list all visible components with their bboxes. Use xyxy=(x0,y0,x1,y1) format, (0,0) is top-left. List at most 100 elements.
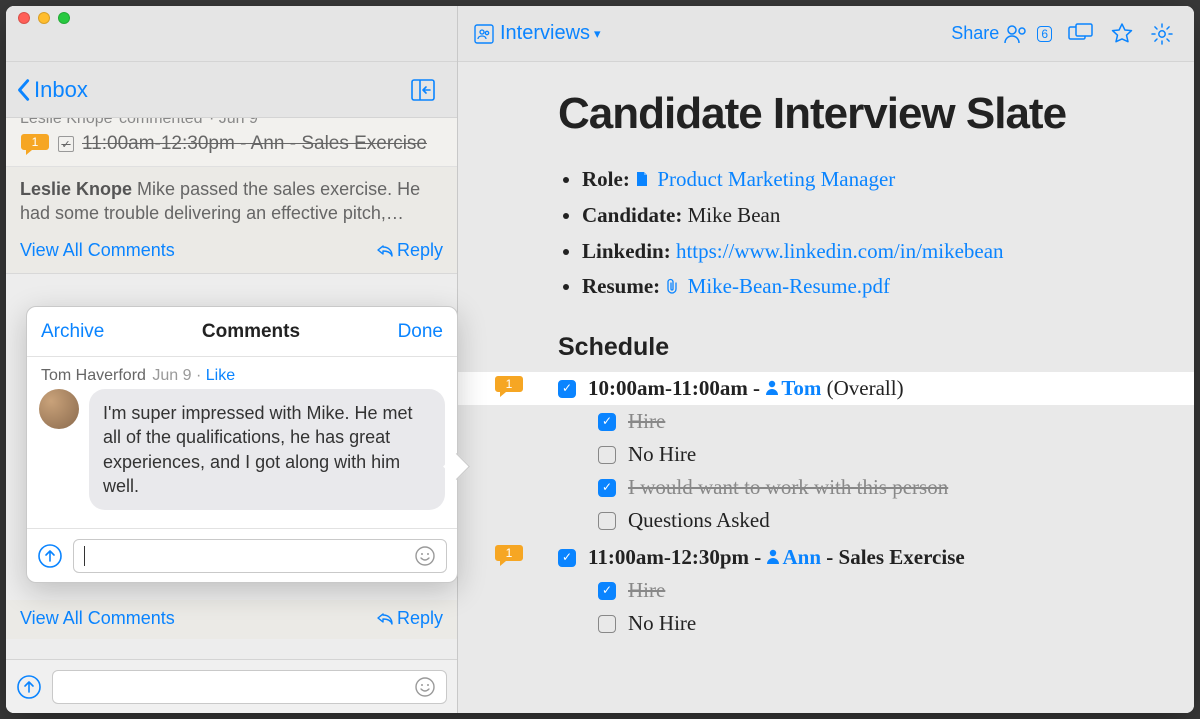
svg-text:1: 1 xyxy=(506,546,513,560)
option-work-with[interactable]: I would want to work with this person xyxy=(598,471,1144,504)
send-button[interactable] xyxy=(16,674,42,700)
linkedin-link[interactable]: https://www.linkedin.com/in/mikebean xyxy=(676,239,1004,263)
user-ann-link[interactable]: Ann xyxy=(782,545,821,569)
chevron-down-icon: ▾ xyxy=(594,26,601,42)
presentation-icon xyxy=(1068,23,1094,45)
option-hire[interactable]: Hire xyxy=(598,405,1144,438)
entry-title-row: 1 11:00am-12:30pm - Ann - Sales Exercise xyxy=(6,128,457,166)
back-to-inbox[interactable]: Inbox xyxy=(16,77,88,103)
schedule-item-tom: 1 10:00am-11:00am - Tom (Overall) Hire N… xyxy=(558,372,1144,537)
sidebar-header xyxy=(6,6,457,62)
reply-icon xyxy=(377,611,393,625)
people-box-icon xyxy=(474,24,494,44)
comment-row: I'm super impressed with Mike. He met al… xyxy=(39,389,445,510)
role-link[interactable]: Product Marketing Manager xyxy=(657,167,895,191)
entry-actions-2: View All Comments Reply xyxy=(6,600,457,639)
sidebar-comment-input[interactable] xyxy=(52,670,447,704)
popover-body: Tom Haverford Jun 9 · Like I'm super imp… xyxy=(27,357,457,510)
user-tom-link[interactable]: Tom xyxy=(781,376,821,400)
resume-link[interactable]: Mike-Bean-Resume.pdf xyxy=(688,274,890,298)
sidebar-compose xyxy=(6,659,457,713)
comment-count-badge[interactable]: 1 xyxy=(494,543,524,567)
entry-meta: Leslie Knope commented · Jun 9 xyxy=(6,118,457,128)
breadcrumb-interviews[interactable]: Interviews ▾ xyxy=(474,22,601,45)
checkbox[interactable] xyxy=(558,380,576,398)
sidebar-nav-bar: Inbox xyxy=(6,62,457,118)
share-count: 6 xyxy=(1037,26,1052,42)
sidebar-collapse-button[interactable] xyxy=(405,73,441,107)
maximize-window[interactable] xyxy=(58,12,70,24)
checkbox[interactable] xyxy=(598,582,616,600)
done-button[interactable]: Done xyxy=(398,321,443,343)
reply-link[interactable]: Reply xyxy=(377,240,443,261)
user-icon xyxy=(765,376,779,400)
document-body[interactable]: Candidate Interview Slate Role: Product … xyxy=(458,62,1194,713)
back-label: Inbox xyxy=(34,77,88,103)
option-nohire[interactable]: No Hire xyxy=(598,438,1144,471)
user-icon xyxy=(766,545,780,569)
view-all-comments-link[interactable]: View All Comments xyxy=(20,240,175,261)
entry-todo: 11:00am-12:30pm - Ann - Sales Exercise xyxy=(58,133,443,155)
entry-actions: View All Comments Reply xyxy=(6,232,457,273)
comment-meta: Tom Haverford Jun 9 · Like xyxy=(39,367,445,389)
smile-icon xyxy=(414,545,436,567)
send-up-icon xyxy=(37,543,63,569)
checkbox[interactable] xyxy=(598,446,616,464)
paperclip-icon xyxy=(665,275,684,299)
text-caret xyxy=(84,546,85,566)
reply-icon xyxy=(377,243,393,257)
star-icon xyxy=(1110,22,1134,46)
settings-button[interactable] xyxy=(1146,18,1178,50)
field-list: Role: Product Marketing Manager Candidat… xyxy=(558,162,1144,305)
document-pane: Interviews ▾ Share 6 Candidate Interview… xyxy=(458,6,1194,713)
minimize-window[interactable] xyxy=(38,12,50,24)
like-button[interactable]: Like xyxy=(206,367,235,384)
chevron-left-icon xyxy=(16,78,30,102)
option-nohire[interactable]: No Hire xyxy=(598,607,1144,640)
checkbox[interactable] xyxy=(598,413,616,431)
svg-text:1: 1 xyxy=(32,135,39,149)
presentation-button[interactable] xyxy=(1064,19,1098,49)
send-button[interactable] xyxy=(37,543,63,569)
comment-bubble: I'm super impressed with Mike. He met al… xyxy=(89,389,445,510)
smile-icon xyxy=(414,676,436,698)
popover-header: Archive Comments Done xyxy=(27,307,457,357)
emoji-picker-button[interactable] xyxy=(414,545,436,567)
checkbox[interactable] xyxy=(598,512,616,530)
comments-popover: Archive Comments Done Tom Haverford Jun … xyxy=(26,306,458,583)
view-all-comments-link-2[interactable]: View All Comments xyxy=(20,608,175,629)
star-button[interactable] xyxy=(1106,18,1138,50)
reply-link-2[interactable]: Reply xyxy=(377,608,443,629)
document-header: Interviews ▾ Share 6 xyxy=(458,6,1194,62)
option-questions[interactable]: Questions Asked xyxy=(598,504,1144,537)
comment-count-badge[interactable]: 1 xyxy=(20,132,50,156)
option-hire[interactable]: Hire xyxy=(598,574,1144,607)
send-up-icon xyxy=(16,674,42,700)
people-icon xyxy=(1003,23,1033,45)
checkbox[interactable] xyxy=(598,479,616,497)
schedule-item-ann: 1 11:00am-12:30pm - Ann - Sales Exercise… xyxy=(558,541,1144,640)
schedule-row[interactable]: 1 10:00am-11:00am - Tom (Overall) xyxy=(458,372,1194,405)
sidebar-collapse-icon xyxy=(411,79,435,101)
popover-title: Comments xyxy=(202,321,300,343)
checkbox-icon xyxy=(58,136,74,152)
sidebar: Inbox Leslie Knope commented · Jun 9 xyxy=(6,6,458,713)
emoji-picker-button[interactable] xyxy=(414,676,436,698)
schedule-heading: Schedule xyxy=(558,333,1144,362)
checkbox[interactable] xyxy=(598,615,616,633)
checkbox[interactable] xyxy=(558,549,576,567)
share-button[interactable]: Share 6 xyxy=(947,19,1056,49)
close-window[interactable] xyxy=(18,12,30,24)
doc-icon xyxy=(635,168,654,192)
svg-text:1: 1 xyxy=(506,377,513,391)
document-title: Candidate Interview Slate xyxy=(558,90,1144,138)
popover-comment-input[interactable] xyxy=(73,539,447,573)
gear-icon xyxy=(1150,22,1174,46)
popover-compose xyxy=(27,528,457,582)
avatar xyxy=(39,389,79,429)
window-controls xyxy=(18,12,70,24)
comment-count-badge[interactable]: 1 xyxy=(494,374,524,398)
activity-entry[interactable]: Leslie Knope commented · Jun 9 1 11:00am… xyxy=(6,118,457,274)
schedule-row[interactable]: 1 11:00am-12:30pm - Ann - Sales Exercise xyxy=(558,541,1144,574)
archive-button[interactable]: Archive xyxy=(41,321,104,343)
